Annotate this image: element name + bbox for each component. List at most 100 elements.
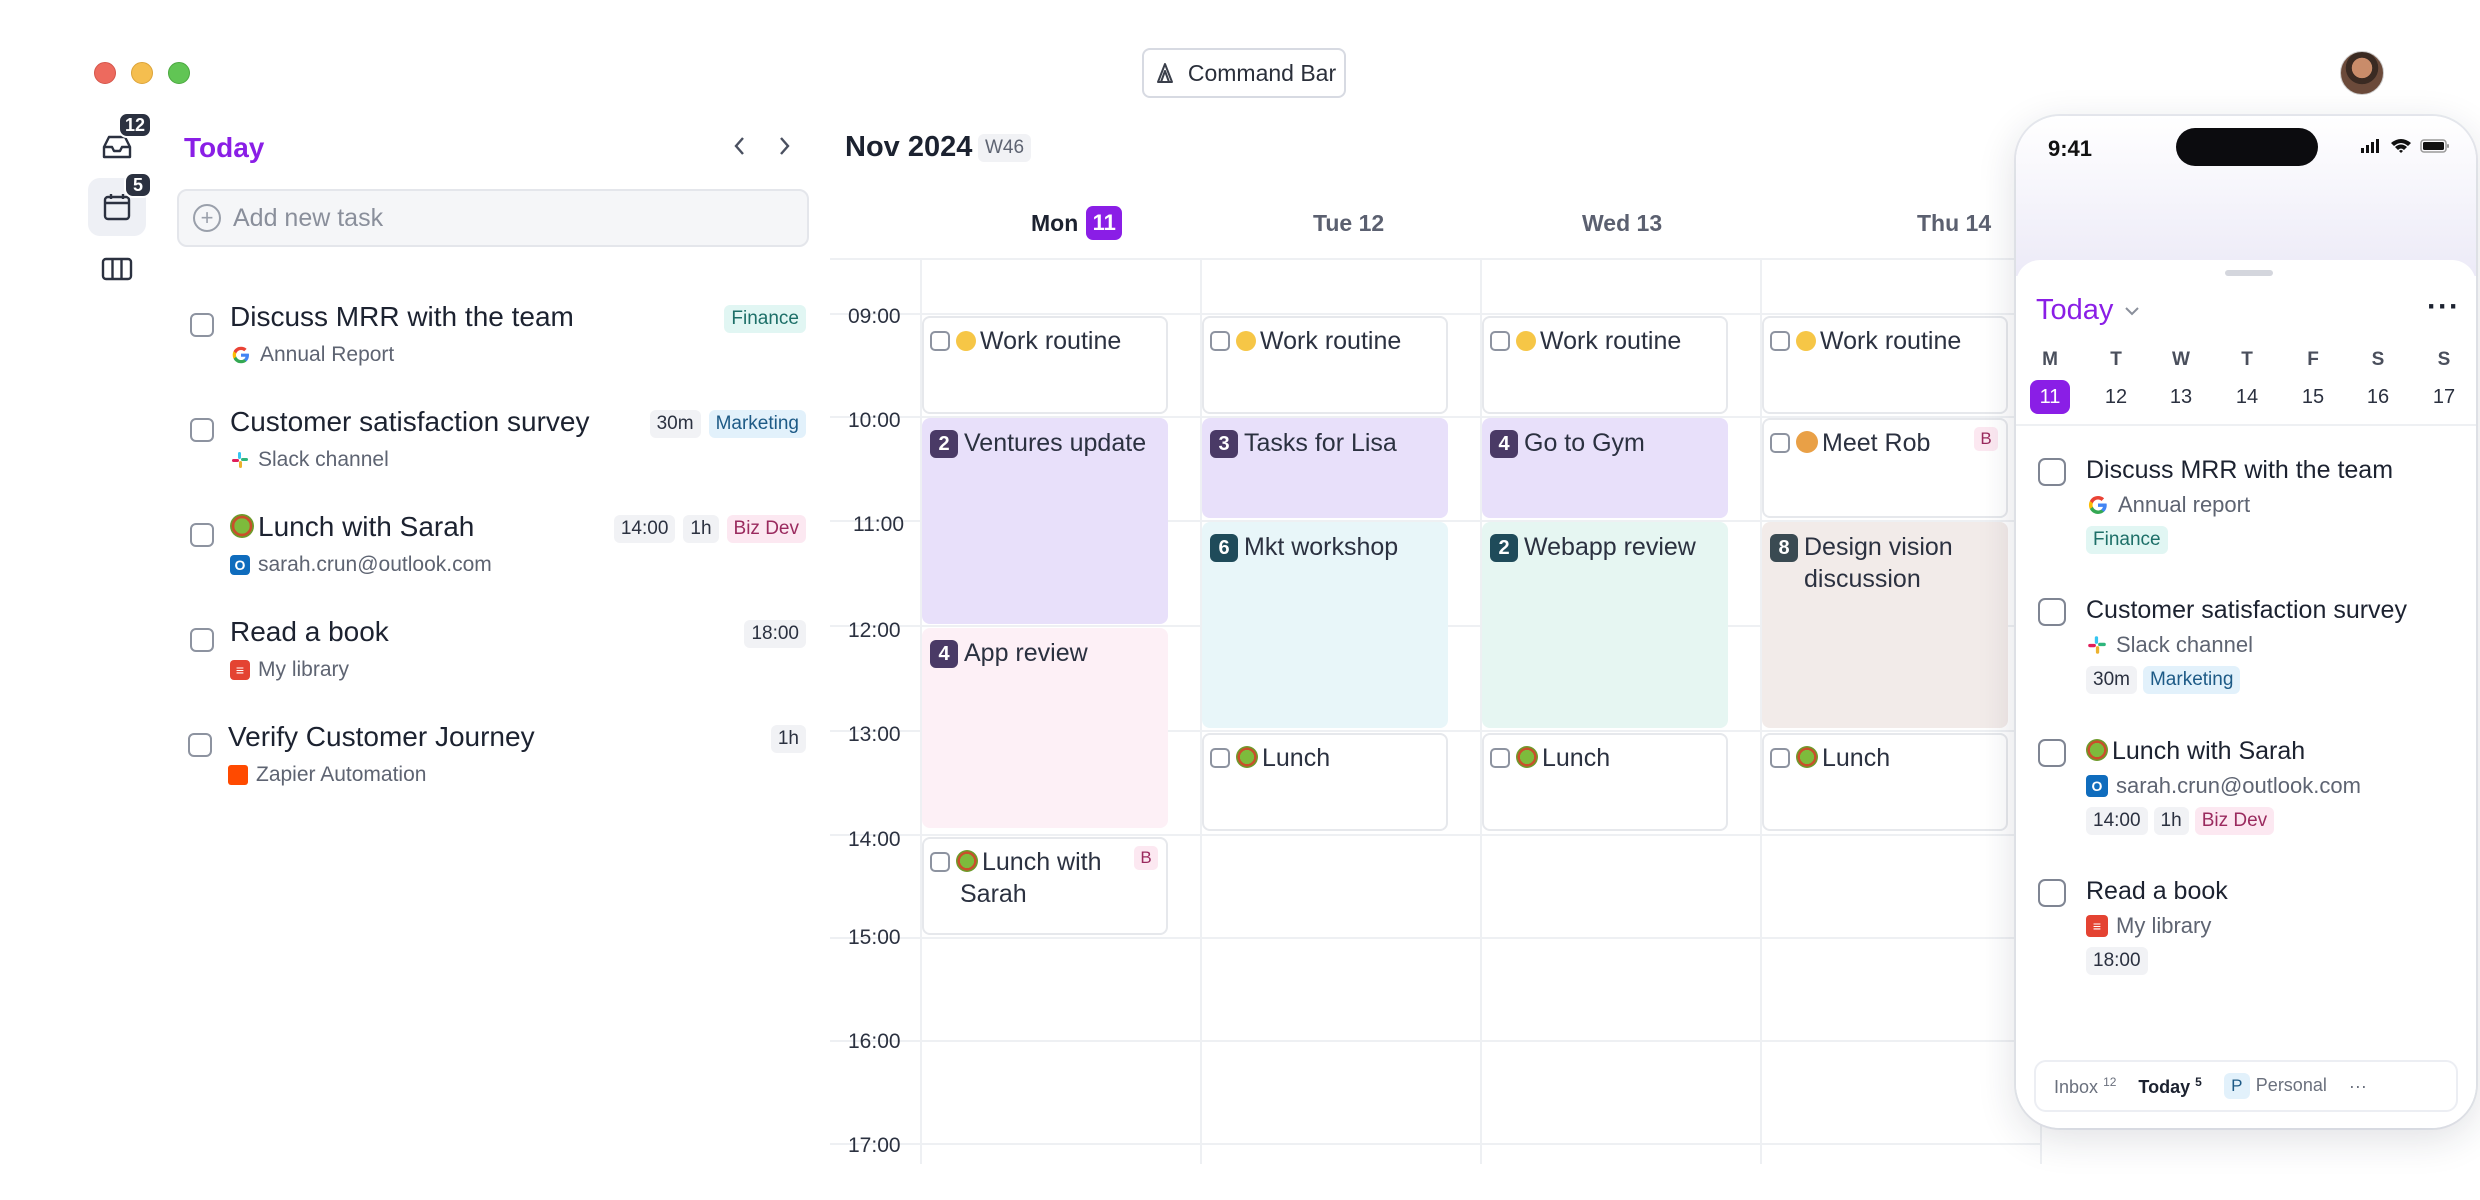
task-item[interactable]: Verify Customer Journey 1h Zapier Automa… xyxy=(188,721,810,811)
task-tag: Finance xyxy=(2086,526,2168,554)
calendar-event[interactable]: 4 Go to Gym xyxy=(1482,418,1728,518)
task-item[interactable]: Lunch with Sarah 14:00 1h Biz Dev O sara… xyxy=(190,511,810,601)
date-cell[interactable]: 12 xyxy=(2096,380,2136,414)
date-cell[interactable]: 15 xyxy=(2293,380,2333,414)
rail-board-button[interactable] xyxy=(88,240,146,298)
event-checkbox[interactable] xyxy=(930,331,950,351)
event-tag: B xyxy=(1134,846,1158,870)
prev-day-button[interactable] xyxy=(730,134,750,165)
weekday-label: F xyxy=(2307,349,2319,370)
tab-inbox[interactable]: Inbox 12 xyxy=(2054,1075,2116,1098)
add-task-input[interactable]: + Add new task xyxy=(177,189,809,247)
calendar-event[interactable]: Work routine xyxy=(922,316,1168,414)
next-day-button[interactable] xyxy=(774,134,794,165)
event-checkbox[interactable] xyxy=(1770,331,1790,351)
tab-more[interactable]: ··· xyxy=(2349,1076,2367,1097)
calendar-event[interactable]: Lunch with Sarah B xyxy=(922,837,1168,935)
task-title-row: Lunch with Sarah xyxy=(2086,737,2305,766)
event-checkbox[interactable] xyxy=(1490,748,1510,768)
calendar-event[interactable]: 3 Tasks for Lisa xyxy=(1202,418,1448,518)
task-checkbox[interactable] xyxy=(190,418,214,442)
day-header-mon[interactable]: Mon 11 xyxy=(1031,206,1123,240)
divider xyxy=(2016,424,2476,426)
calendar-event[interactable]: 4 App review xyxy=(922,628,1168,828)
rail-today-button[interactable]: 5 xyxy=(88,172,152,236)
task-checkbox[interactable] xyxy=(188,733,212,757)
task-checkbox[interactable] xyxy=(2038,879,2066,907)
tab-today-count: 5 xyxy=(2195,1074,2202,1089)
event-title: Design vision discussion xyxy=(1804,533,1953,593)
event-checkbox[interactable] xyxy=(1770,748,1790,768)
columns-icon xyxy=(101,257,133,281)
day-header-thu[interactable]: Thu 14 xyxy=(1917,210,1991,237)
task-title: Verify Customer Journey xyxy=(228,721,535,752)
face-emoji-icon xyxy=(956,331,976,351)
date-cell-selected[interactable]: 11 xyxy=(2030,380,2070,414)
event-checkbox[interactable] xyxy=(1770,433,1790,453)
task-checkbox[interactable] xyxy=(2038,598,2066,626)
hour-label: 09:00 xyxy=(848,305,901,328)
command-bar-button[interactable]: Command Bar xyxy=(1142,48,1346,98)
rail-inbox-button[interactable]: 12 xyxy=(88,112,152,176)
date-cell[interactable]: 16 xyxy=(2358,380,2398,414)
task-tag: Finance xyxy=(724,305,806,333)
sheet-grabber[interactable] xyxy=(2225,270,2273,276)
task-item[interactable]: Customer satisfaction survey 30m Marketi… xyxy=(190,406,810,496)
task-checkbox[interactable] xyxy=(190,628,214,652)
task-checkbox[interactable] xyxy=(2038,458,2066,486)
calendar-event[interactable]: 8 Design vision discussion xyxy=(1762,522,2008,728)
today-date-badge: 11 xyxy=(1086,206,1123,240)
day-header-tue[interactable]: Tue 12 xyxy=(1313,210,1384,237)
calendar-event[interactable]: 2 Webapp review xyxy=(1482,522,1728,728)
tab-personal[interactable]: P Personal xyxy=(2223,1073,2327,1099)
user-avatar[interactable] xyxy=(2340,51,2384,95)
signal-icon xyxy=(2361,139,2379,153)
croissant-emoji-icon xyxy=(1796,431,1818,453)
calendar-event[interactable]: Lunch xyxy=(1482,733,1728,831)
event-title: Mkt workshop xyxy=(1244,533,1399,561)
date-cell[interactable]: 17 xyxy=(2424,380,2464,414)
more-options-icon[interactable]: ··· xyxy=(2427,290,2460,324)
task-item[interactable]: Discuss MRR with the team Finance Annual… xyxy=(190,301,810,391)
calendar-event[interactable]: 2 Ventures update xyxy=(922,418,1168,624)
calendar-event[interactable]: Work routine xyxy=(1482,316,1728,414)
date-cell[interactable]: 13 xyxy=(2161,380,2201,414)
face-emoji-icon xyxy=(1516,331,1536,351)
zoom-window-button[interactable] xyxy=(168,62,190,84)
event-title: Work routine xyxy=(1540,327,1682,355)
day-header-wed[interactable]: Wed 13 xyxy=(1582,210,1662,237)
hour-label: 16:00 xyxy=(848,1030,901,1053)
grid-line xyxy=(830,937,2040,939)
event-checkbox[interactable] xyxy=(1210,331,1230,351)
event-task-count: 3 xyxy=(1210,430,1238,458)
calendar-event[interactable]: 6 Mkt workshop xyxy=(1202,522,1448,728)
event-checkbox[interactable] xyxy=(1490,331,1510,351)
slack-icon xyxy=(232,452,248,468)
task-checkbox[interactable] xyxy=(190,313,214,337)
event-title: Lunch xyxy=(1262,744,1331,772)
event-checkbox[interactable] xyxy=(930,852,950,872)
close-window-button[interactable] xyxy=(94,62,116,84)
task-checkbox[interactable] xyxy=(190,523,214,547)
inbox-count-badge: 12 xyxy=(117,112,152,138)
task-source: Zapier Automation xyxy=(256,763,427,786)
tab-personal-label: Personal xyxy=(2255,1075,2327,1095)
calendar-event[interactable]: Work routine xyxy=(1762,316,2008,414)
calendar-event[interactable]: Lunch xyxy=(1762,733,2008,831)
task-item[interactable]: Read a book 18:00 ≡ My library xyxy=(190,616,810,706)
calendar-event[interactable]: Lunch xyxy=(1202,733,1448,831)
phone-today-dropdown[interactable]: Today xyxy=(2036,294,2141,327)
task-source: sarah.crun@outlook.com xyxy=(258,553,492,576)
face-emoji-icon xyxy=(1236,331,1256,351)
event-title: Meet Rob xyxy=(1822,429,1931,457)
hour-label: 12:00 xyxy=(848,619,901,642)
date-cell[interactable]: 14 xyxy=(2227,380,2267,414)
minimize-window-button[interactable] xyxy=(131,62,153,84)
calendar-event[interactable]: Work routine xyxy=(1202,316,1448,414)
calendar-event[interactable]: Meet Rob B xyxy=(1762,418,2008,518)
event-checkbox[interactable] xyxy=(1210,748,1230,768)
event-title: Lunch with Sarah xyxy=(960,848,1102,908)
task-time: 14:00 xyxy=(613,515,676,543)
tab-today[interactable]: Today 5 xyxy=(2138,1075,2201,1098)
task-checkbox[interactable] xyxy=(2038,739,2066,767)
